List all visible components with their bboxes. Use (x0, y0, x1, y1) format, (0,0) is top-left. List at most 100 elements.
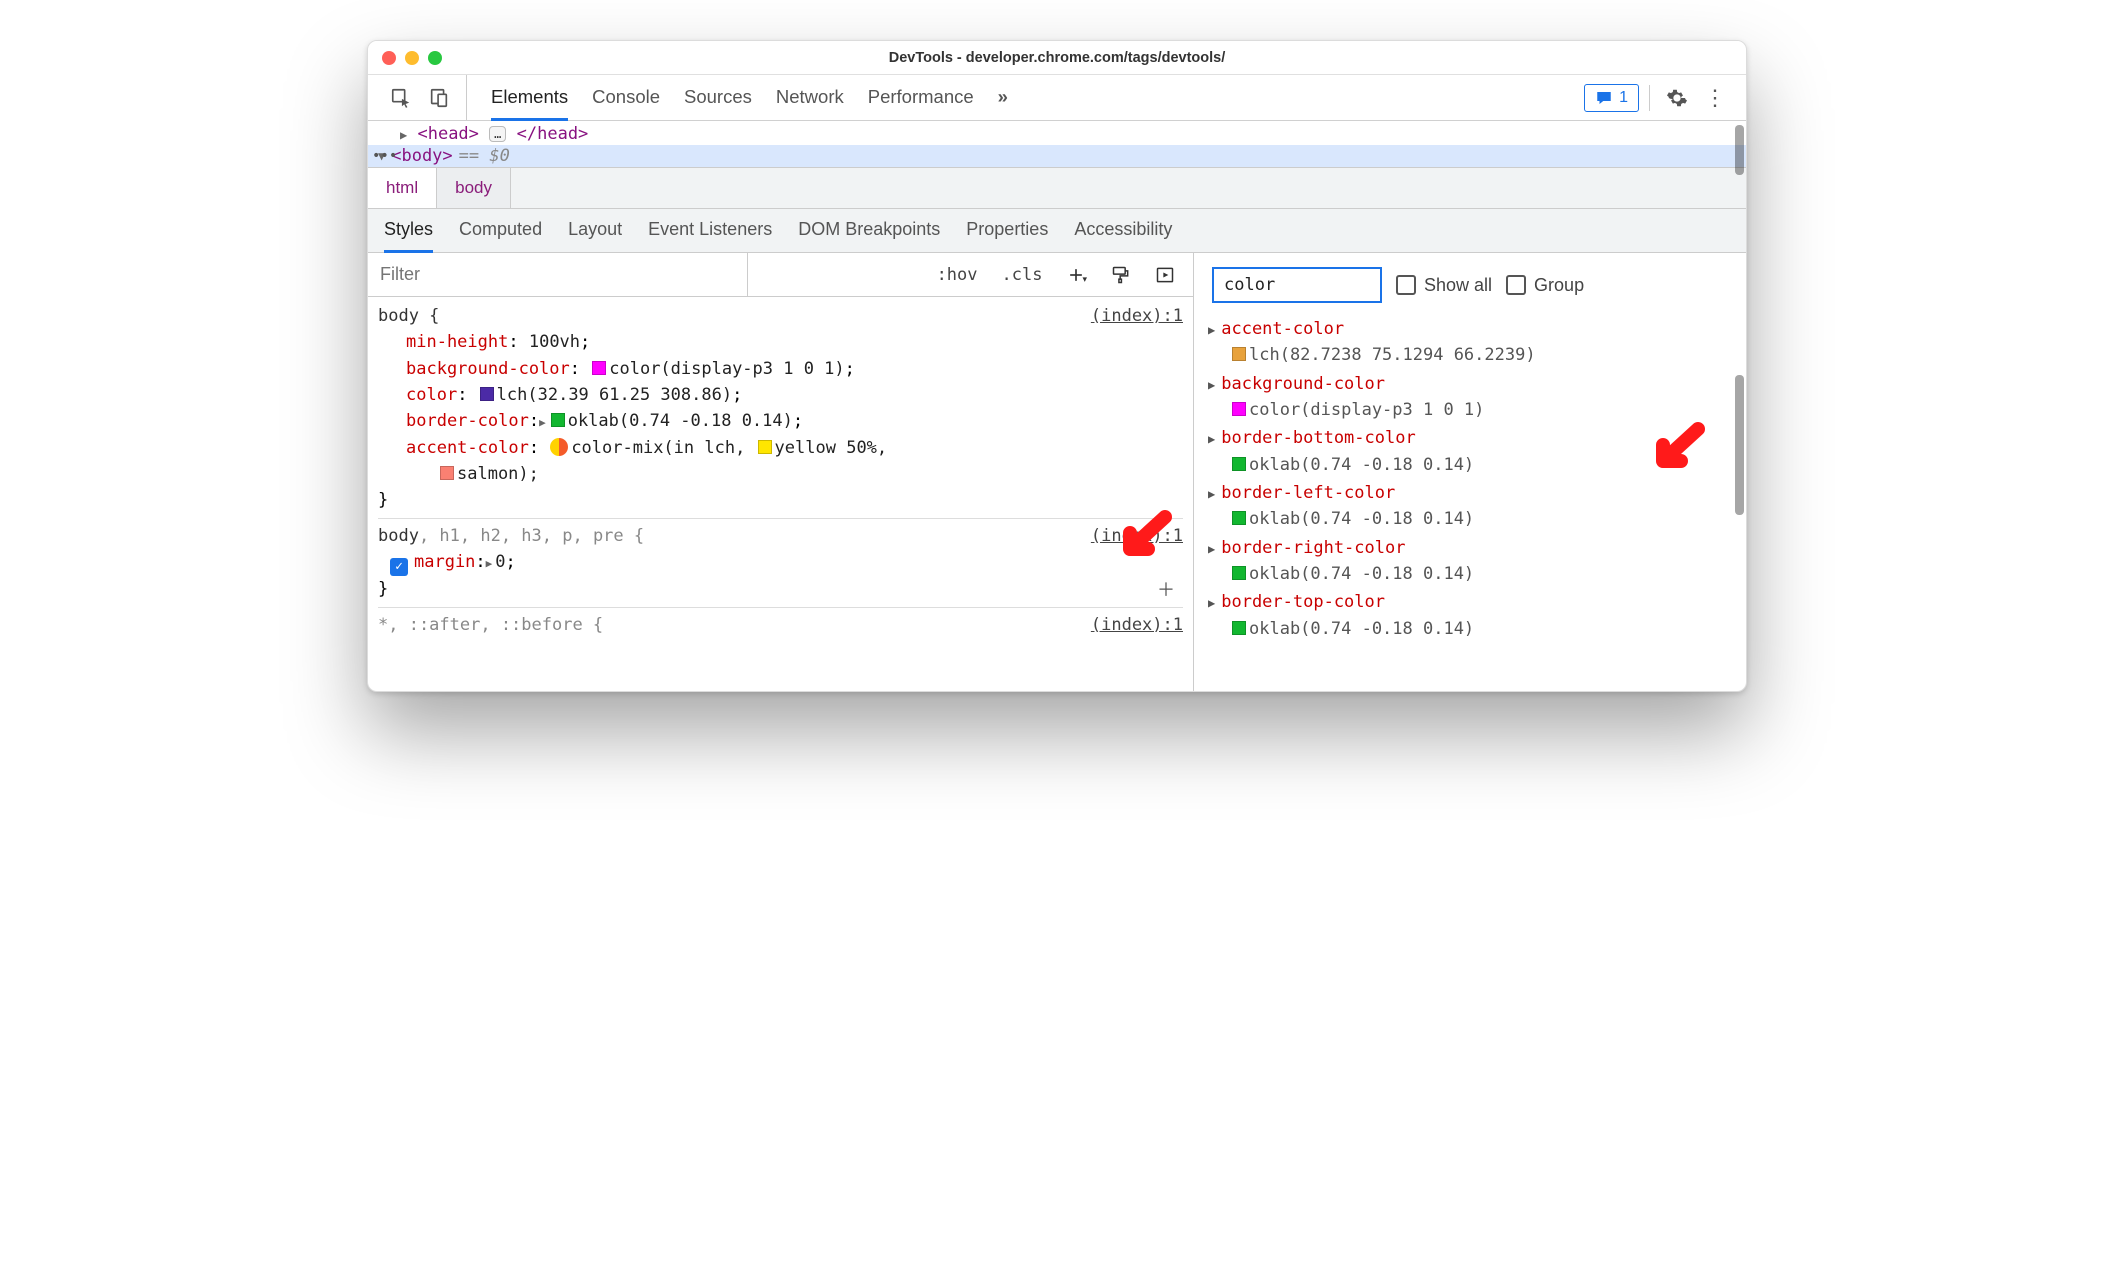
cls-button[interactable]: .cls (994, 261, 1051, 289)
subtab-layout[interactable]: Layout (568, 209, 622, 253)
prop-color[interactable]: color: lch(32.39 61.25 308.86); (378, 382, 1183, 408)
tri-right-icon: ▶ (1208, 542, 1215, 556)
expand-tri-icon[interactable]: ▶ (539, 416, 546, 429)
tab-elements[interactable]: Elements (491, 75, 568, 121)
tabs-overflow[interactable]: » (998, 75, 1008, 121)
computed-prop-name: border-bottom-color (1221, 428, 1415, 448)
swatch-icon[interactable] (1232, 621, 1246, 635)
window-title: DevTools - developer.chrome.com/tags/dev… (368, 50, 1746, 66)
computed-row[interactable]: ▶border-bottom-coloroklab(0.74 -0.18 0.1… (1206, 424, 1732, 479)
swatch-icon[interactable] (1232, 566, 1246, 580)
prop-min-height[interactable]: min-height: 100vh; (378, 329, 1183, 355)
device-toggle-icon[interactable] (422, 81, 456, 115)
swatch-icon[interactable] (1232, 511, 1246, 525)
group-checkbox[interactable]: Group (1506, 275, 1584, 296)
computed-prop-value: oklab(0.74 -0.18 0.14) (1208, 561, 1732, 587)
computed-prop-name: border-right-color (1221, 538, 1405, 558)
subtab-styles[interactable]: Styles (384, 209, 433, 253)
computed-row[interactable]: ▶border-top-coloroklab(0.74 -0.18 0.14) (1206, 588, 1732, 643)
crumb-html[interactable]: html (368, 168, 437, 208)
head-open-tag: <head> (417, 124, 478, 144)
play-box-icon[interactable] (1147, 261, 1183, 289)
subtab-event-listeners[interactable]: Event Listeners (648, 209, 772, 253)
swatch-icon[interactable] (1232, 402, 1246, 416)
rule1-close: } (378, 487, 1183, 513)
prop-accent-color[interactable]: accent-color: color-mix(in lch, yellow 5… (378, 435, 1183, 461)
minimize-icon[interactable] (405, 51, 419, 65)
tri-right-icon: ▶ (1208, 596, 1215, 610)
prop-border-color[interactable]: border-color:▶oklab(0.74 -0.18 0.14); (378, 408, 1183, 434)
styles-filter-input[interactable] (368, 253, 748, 296)
issues-button[interactable]: 1 (1584, 84, 1639, 112)
subtab-accessibility[interactable]: Accessibility (1074, 209, 1172, 253)
swatch-green[interactable] (551, 413, 565, 427)
inspect-icon[interactable] (384, 81, 418, 115)
window-titlebar: DevTools - developer.chrome.com/tags/dev… (368, 41, 1746, 75)
hov-button[interactable]: :hov (929, 261, 986, 289)
selector-body-multi[interactable]: body, h1, h2, h3, p, pre { (378, 523, 644, 549)
paint-icon[interactable] (1103, 261, 1139, 289)
subtab-dom-breakpoints[interactable]: DOM Breakpoints (798, 209, 940, 253)
toolbar-right: 1 ⋮ (1584, 81, 1740, 115)
computed-filter-input[interactable] (1212, 267, 1382, 303)
tri-right-icon: ▶ (1208, 432, 1215, 446)
computed-row[interactable]: ▶accent-colorlch(82.7238 75.1294 66.2239… (1206, 315, 1732, 370)
gear-icon[interactable] (1660, 81, 1694, 115)
close-icon[interactable] (382, 51, 396, 65)
new-rule-button[interactable]: ▾ (1058, 260, 1095, 289)
computed-row[interactable]: ▶border-left-coloroklab(0.74 -0.18 0.14) (1206, 479, 1732, 534)
computed-row[interactable]: ▶background-colorcolor(display-p3 1 0 1) (1206, 370, 1732, 425)
group-label: Group (1534, 275, 1584, 296)
prop-accent-color-cont[interactable]: salmon); (378, 461, 1183, 487)
tab-performance[interactable]: Performance (868, 75, 974, 121)
row-dots-icon: ••• (372, 148, 397, 164)
swatch-purple[interactable] (480, 387, 494, 401)
subtab-properties[interactable]: Properties (966, 209, 1048, 253)
tab-console[interactable]: Console (592, 75, 660, 121)
swatch-salmon[interactable] (440, 466, 454, 480)
swatch-yellow[interactable] (758, 440, 772, 454)
computed-row[interactable]: ▶ border-right-color oklab(0.74 -0.18 0.14… (1206, 534, 1732, 589)
dom-body-node[interactable]: ••• ▼ <body> == $0 (368, 145, 1746, 167)
prop-background-color[interactable]: background-color: color(display-p3 1 0 1… (378, 356, 1183, 382)
styles-pane: :hov .cls ▾ body { (index):1 (368, 253, 1194, 691)
selector-body[interactable]: body { (378, 303, 439, 329)
zoom-icon[interactable] (428, 51, 442, 65)
tri-right-icon: ▶ (400, 128, 407, 142)
tri-right-icon: ▶ (1208, 378, 1215, 392)
crumb-body[interactable]: body (437, 168, 511, 208)
rule-body-header: body { (index):1 (378, 303, 1183, 329)
selector-universal[interactable]: *, ::after, ::before { (378, 612, 603, 638)
source-link[interactable]: (index):1 (1091, 303, 1183, 329)
swatch-icon[interactable] (1232, 347, 1246, 361)
source-link-2[interactable]: (index):1 (1091, 523, 1183, 549)
tri-right-icon: ▶ (1208, 323, 1215, 337)
prop-margin[interactable]: ✓margin:▶0; (378, 549, 1183, 576)
computed-prop-name: border-top-color (1221, 592, 1385, 612)
swatch-icon[interactable] (1232, 457, 1246, 471)
swatch-color-mix[interactable] (550, 438, 568, 456)
source-link-3[interactable]: (index):1 (1091, 612, 1183, 638)
tab-network[interactable]: Network (776, 75, 844, 121)
traffic-lights (382, 51, 442, 65)
swatch-magenta[interactable] (592, 361, 606, 375)
checkbox-empty-icon-2 (1506, 275, 1526, 295)
styles-filter-bar: :hov .cls ▾ (368, 253, 1193, 297)
checkbox-icon[interactable]: ✓ (390, 558, 408, 576)
computed-prop-name: accent-color (1221, 319, 1344, 339)
divider (1649, 85, 1650, 111)
computed-top: Show all Group (1194, 253, 1746, 313)
dom-head-node[interactable]: ▶ <head> … </head> (368, 123, 1746, 145)
scroll-thumb-icon (1735, 125, 1744, 175)
add-property-button[interactable]: ＋ (1157, 577, 1175, 605)
ellipsis-chip[interactable]: … (489, 126, 506, 142)
scrollbar[interactable] (1735, 125, 1744, 687)
computed-list: ▶accent-colorlch(82.7238 75.1294 66.2239… (1194, 313, 1746, 643)
more-icon[interactable]: ⋮ (1698, 81, 1732, 115)
show-all-checkbox[interactable]: Show all (1396, 275, 1492, 296)
issues-count: 1 (1619, 89, 1628, 107)
subtab-computed[interactable]: Computed (459, 209, 542, 253)
tab-sources[interactable]: Sources (684, 75, 752, 121)
head-close-tag: </head> (517, 124, 589, 144)
expand-tri-icon-2[interactable]: ▶ (486, 557, 493, 570)
